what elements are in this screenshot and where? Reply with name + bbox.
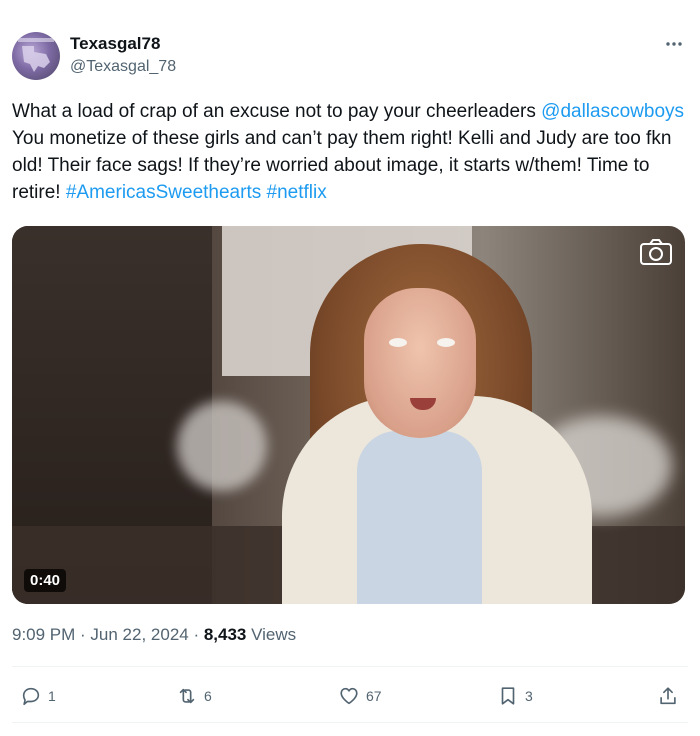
avatar[interactable] [12, 32, 60, 80]
retweet-count: 6 [204, 688, 212, 704]
divider [12, 722, 688, 723]
video-duration-badge: 0:40 [24, 569, 67, 592]
retweet-button[interactable]: 6 [176, 684, 212, 708]
bookmark-button[interactable]: 3 [497, 684, 533, 708]
video-frame-object [177, 401, 267, 491]
retweet-icon [179, 688, 195, 704]
video-frame-eye [437, 338, 455, 347]
mention-link[interactable]: @dallascowboys [541, 101, 684, 122]
video-player[interactable]: 0:40 [12, 226, 685, 604]
video-frame-person-face [364, 288, 476, 438]
like-button[interactable]: 67 [338, 684, 382, 708]
meta-separator: · [75, 625, 91, 644]
heart-icon [340, 687, 358, 705]
tweet-text: What a load of crap of an excuse not to … [12, 98, 688, 206]
tweet-time[interactable]: 9:09 PM [12, 625, 75, 644]
reply-button[interactable]: 1 [20, 684, 56, 708]
bookmark-count: 3 [525, 688, 533, 704]
bookmark-icon [501, 687, 515, 705]
tweet-text-segment: What a load of crap of an excuse not to … [12, 101, 542, 122]
hashtag-link[interactable]: #AmericasSweethearts [66, 182, 261, 203]
video-frame-person-shirt [357, 431, 482, 604]
tweet-date[interactable]: Jun 22, 2024 [90, 625, 188, 644]
hashtag-link[interactable]: #netflix [267, 182, 327, 203]
tweet-card: Texasgal78 @Texasgal_78 What a load of c… [0, 0, 700, 736]
share-button[interactable] [657, 684, 685, 708]
like-count: 67 [366, 688, 382, 704]
share-icon [660, 687, 676, 705]
views-label: Views [246, 625, 297, 644]
display-name[interactable]: Texasgal78 [70, 34, 160, 54]
views-count: 8,433 [203, 625, 247, 644]
more-options-icon[interactable] [662, 32, 686, 56]
video-frame-eye [389, 338, 407, 347]
texas-flag-avatar-icon [18, 38, 54, 72]
reply-icon [22, 687, 40, 706]
divider [12, 666, 688, 667]
tweet-metadata: 9:09 PM · Jun 22, 2024 · 8,433 Views [12, 625, 296, 645]
camera-icon[interactable] [639, 238, 673, 266]
user-handle[interactable]: @Texasgal_78 [70, 58, 176, 76]
meta-separator: · [188, 625, 204, 644]
reply-count: 1 [48, 688, 56, 704]
